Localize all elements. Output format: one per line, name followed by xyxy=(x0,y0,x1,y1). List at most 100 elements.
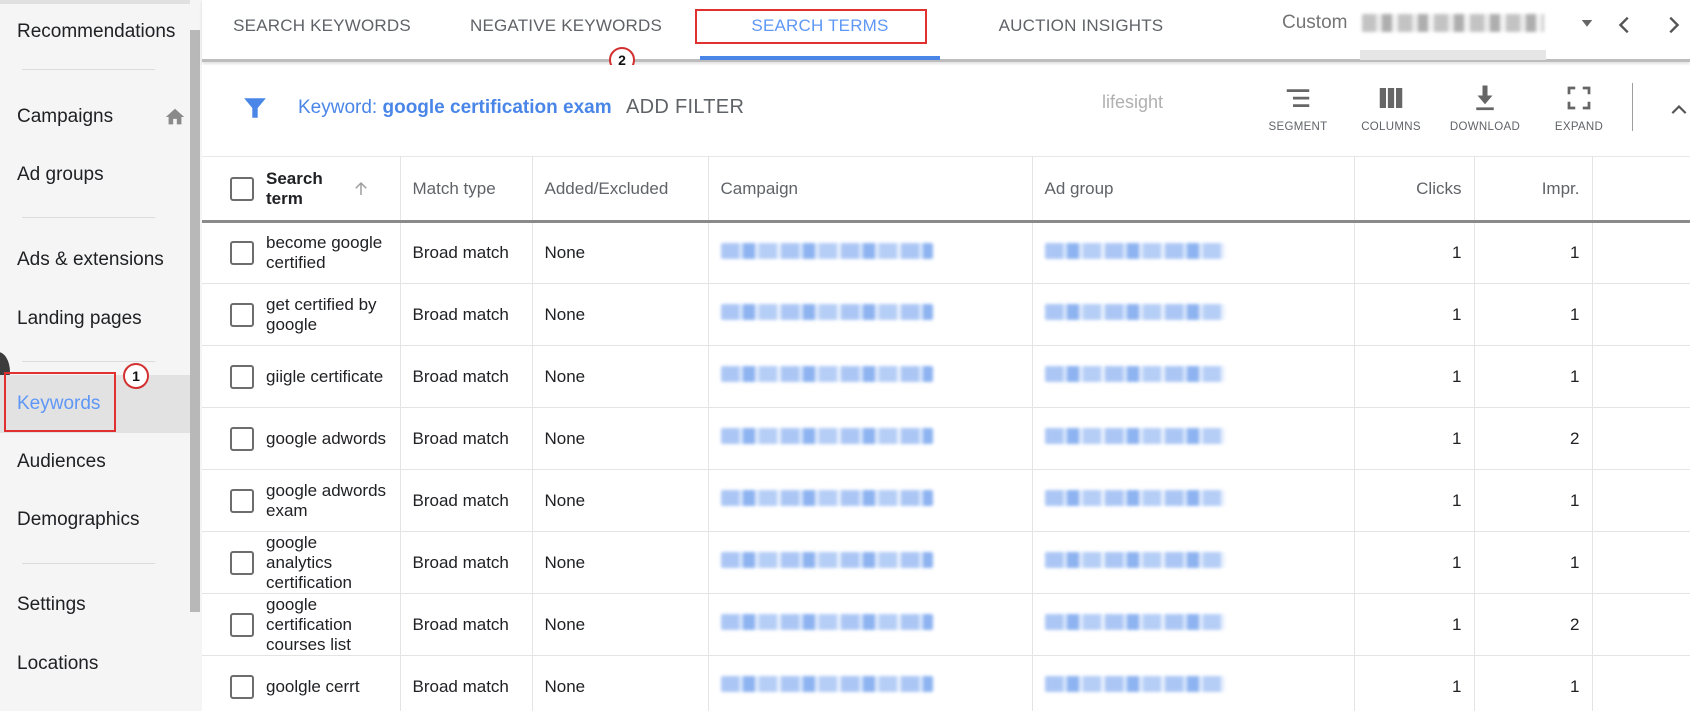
chevron-right-icon[interactable] xyxy=(1662,12,1684,38)
ad-group-link-redacted[interactable] xyxy=(1044,242,1225,259)
campaign-link-redacted[interactable] xyxy=(720,366,933,382)
campaign-link-redacted[interactable] xyxy=(720,552,933,568)
ad-group-link-redacted[interactable] xyxy=(1044,614,1225,630)
ad-group-link-redacted[interactable] xyxy=(1044,676,1225,692)
added-excluded-cell: None xyxy=(532,531,709,594)
table-row[interactable]: google analytics certification Broad mat… xyxy=(202,531,1690,594)
campaign-link-redacted[interactable] xyxy=(720,676,933,692)
columns-button[interactable]: COLUMNS xyxy=(1351,83,1431,147)
search-term-cell: google adwords exam xyxy=(254,469,401,532)
search-term-cell: google adwords xyxy=(254,407,401,470)
sidebar-item-recommendations[interactable]: Recommendations xyxy=(0,4,190,60)
added-excluded-cell: None xyxy=(532,221,709,284)
sidebar-item-demographics[interactable]: Demographics xyxy=(0,492,190,548)
overflow-cell xyxy=(1592,469,1690,532)
table-row[interactable]: goolgle cerrt Broad match None 1 1 xyxy=(202,655,1690,711)
table-row[interactable]: get certified by google Broad match None… xyxy=(202,283,1690,346)
added-excluded-cell: None xyxy=(532,345,709,408)
download-button[interactable]: DOWNLOAD xyxy=(1445,83,1525,147)
home-icon[interactable] xyxy=(164,106,186,128)
tab-search-terms[interactable]: SEARCH TERMS xyxy=(696,0,944,52)
sidebar-item-ad-groups[interactable]: Ad groups xyxy=(0,147,190,203)
search-terms-table: Search term Match type Added/Excluded Ca… xyxy=(202,156,1690,711)
sidebar-nav: Recommendations Campaigns Ad groups Ads … xyxy=(0,0,202,711)
sidebar-item-keywords[interactable]: Keywords xyxy=(0,375,190,433)
filter-icon[interactable] xyxy=(242,95,268,121)
sidebar-item-locations[interactable]: Locations xyxy=(0,636,190,692)
row-checkbox[interactable] xyxy=(230,426,254,451)
filter-chip-keyword[interactable]: Keyword: google certification exam xyxy=(298,97,612,119)
overflow-cell xyxy=(1592,655,1690,711)
expand-icon xyxy=(1567,86,1591,110)
ad-group-link-redacted[interactable] xyxy=(1044,428,1225,444)
sort-ascending-icon[interactable] xyxy=(352,179,370,199)
ad-group-link-redacted[interactable] xyxy=(1044,304,1225,320)
row-checkbox[interactable] xyxy=(230,488,254,513)
row-checkbox[interactable] xyxy=(230,550,254,575)
clicks-cell: 1 xyxy=(1354,345,1475,408)
sidebar-scrollbar[interactable] xyxy=(190,30,200,612)
add-filter-button[interactable]: ADD FILTER xyxy=(626,96,744,119)
columns-icon xyxy=(1379,88,1403,108)
download-label: DOWNLOAD xyxy=(1449,121,1521,133)
campaign-link-redacted[interactable] xyxy=(720,304,933,320)
clicks-cell: 1 xyxy=(1354,283,1475,346)
column-header-impr[interactable]: Impr. xyxy=(1474,156,1593,223)
tab-search-keywords[interactable]: SEARCH KEYWORDS xyxy=(202,0,442,52)
ad-group-cell xyxy=(1032,593,1355,656)
toolbar-divider xyxy=(1632,83,1633,131)
tab-auction-insights[interactable]: AUCTION INSIGHTS xyxy=(950,0,1212,52)
table-row[interactable]: google adwords Broad match None 1 2 xyxy=(202,407,1690,470)
date-preset-label[interactable]: Custom xyxy=(1282,12,1347,34)
date-range-underline xyxy=(1360,50,1546,60)
ad-group-link-redacted[interactable] xyxy=(1044,366,1225,382)
chevron-up-icon[interactable] xyxy=(1668,99,1690,119)
sidebar-item-settings[interactable]: Settings xyxy=(0,577,190,633)
impr-cell: 2 xyxy=(1474,593,1593,656)
tab-negative-keywords[interactable]: NEGATIVE KEYWORDS xyxy=(446,0,686,52)
column-header-search-term[interactable]: Search term xyxy=(254,156,401,223)
segment-button[interactable]: SEGMENT xyxy=(1258,83,1338,147)
impr-cell: 1 xyxy=(1474,221,1593,284)
search-term-cell: giigle certificate xyxy=(254,345,401,408)
ad-group-link-redacted[interactable] xyxy=(1044,552,1225,568)
sidebar-item-campaigns[interactable]: Campaigns xyxy=(0,89,190,145)
clicks-cell: 1 xyxy=(1354,221,1475,284)
chevron-left-icon[interactable] xyxy=(1614,12,1636,38)
campaign-link-redacted[interactable] xyxy=(720,428,933,444)
annotation-marker-1: 1 xyxy=(123,363,149,389)
select-all-checkbox[interactable] xyxy=(230,176,254,201)
sidebar-item-audiences[interactable]: Audiences xyxy=(0,434,190,490)
impr-cell: 1 xyxy=(1474,283,1593,346)
column-header-match-type[interactable]: Match type xyxy=(400,156,533,223)
row-checkbox[interactable] xyxy=(230,302,254,327)
campaign-link-redacted[interactable] xyxy=(720,242,933,259)
row-checkbox[interactable] xyxy=(230,612,254,637)
campaign-link-redacted[interactable] xyxy=(720,490,933,506)
dropdown-arrow-icon[interactable] xyxy=(1578,14,1596,32)
table-row[interactable]: giigle certificate Broad match None 1 1 xyxy=(202,345,1690,408)
campaign-link-redacted[interactable] xyxy=(720,614,933,630)
column-header-added-excluded[interactable]: Added/Excluded xyxy=(532,156,709,223)
segment-icon xyxy=(1286,89,1310,107)
date-range-value[interactable] xyxy=(1362,14,1544,32)
ad-group-link-redacted[interactable] xyxy=(1044,490,1225,506)
column-header-clicks[interactable]: Clicks xyxy=(1354,156,1475,223)
campaign-cell xyxy=(708,283,1033,346)
column-header-campaign[interactable]: Campaign xyxy=(708,156,1033,223)
search-term-cell: get certified by google xyxy=(254,283,401,346)
filter-label: Keyword: xyxy=(298,97,378,118)
row-checkbox[interactable] xyxy=(230,674,254,699)
table-row[interactable]: google certification courses list Broad … xyxy=(202,593,1690,656)
row-checkbox[interactable] xyxy=(230,364,254,389)
table-row[interactable]: become google certified Broad match None… xyxy=(202,221,1690,284)
table-row[interactable]: google adwords exam Broad match None 1 1 xyxy=(202,469,1690,532)
expand-button[interactable]: EXPAND xyxy=(1539,83,1619,147)
filter-value: google certification exam xyxy=(382,97,612,118)
column-header-ad-group[interactable]: Ad group xyxy=(1032,156,1355,223)
columns-label: COLUMNS xyxy=(1361,121,1421,133)
sidebar-item-landing-pages[interactable]: Landing pages xyxy=(0,291,190,347)
sidebar-item-ads-extensions[interactable]: Ads & extensions xyxy=(0,232,190,288)
main-content: SEARCH KEYWORDS NEGATIVE KEYWORDS SEARCH… xyxy=(202,0,1690,711)
row-checkbox[interactable] xyxy=(230,241,254,265)
